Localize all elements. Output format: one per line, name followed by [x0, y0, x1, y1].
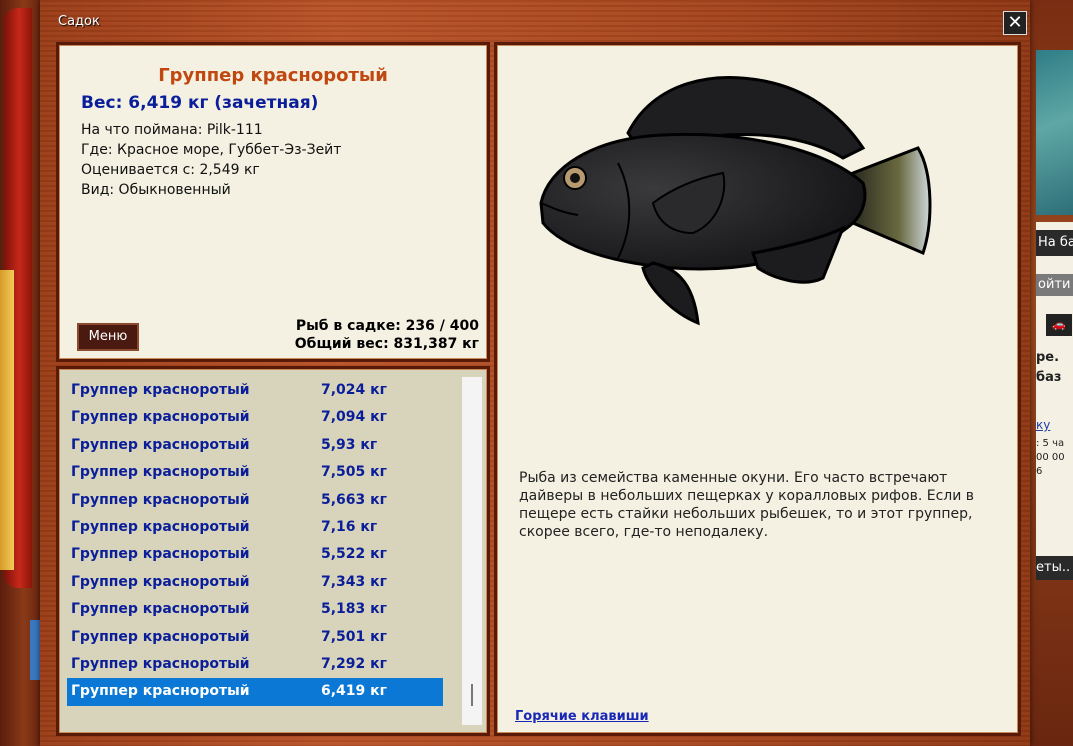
background-go-button: ойти [1036, 274, 1073, 296]
background-blue-item [30, 620, 40, 680]
fish-weight: Вес: 6,419 кг (зачетная) [81, 93, 319, 113]
list-item[interactable]: Группер красноротый 7,343 кг [67, 569, 443, 596]
list-item-name: Группер красноротый [71, 436, 250, 453]
background-text: : 5 ча [1036, 438, 1065, 449]
background-sidebar: На ба ойти 🚗 ре. баз ку : 5 ча 00 00 6 е… [1036, 222, 1073, 580]
list-item[interactable]: Группер красноротый 5,183 кг [67, 596, 443, 623]
list-item[interactable]: Группер красноротый 6,419 кг [67, 678, 443, 706]
list-item-weight: 7,16 кг [321, 518, 378, 535]
background-yellow-strip [0, 270, 14, 570]
list-item[interactable]: Группер красноротый 7,501 кг [67, 624, 443, 651]
background-text: ре. [1036, 350, 1060, 365]
fish-image [539, 76, 932, 326]
fish-description: Рыба из семейства каменные окуни. Его ча… [519, 470, 975, 540]
list-item[interactable]: Группер красноротый 5,93 кг [67, 432, 443, 459]
fish-name: Группер красноротый [158, 65, 388, 86]
hotkeys-link[interactable]: Горячие клавиши [515, 709, 649, 724]
fish-detail-panel: Рыба из семейства каменные окуни. Его ча… [494, 42, 1021, 736]
caught-with: На что поймана: Pilk-111 [81, 122, 263, 138]
list-item-name: Группер красноротый [71, 464, 250, 481]
list-item-name: Группер красноротый [71, 409, 250, 426]
fish-count: Рыб в садке: 236 / 400 [295, 318, 479, 334]
valued-from: Оценивается с: 2,549 кг [81, 162, 260, 178]
list-item-weight: 5,183 кг [321, 601, 387, 618]
list-item-weight: 7,024 кг [321, 382, 387, 398]
background-text: 00 00 [1036, 452, 1065, 463]
list-item-name: Группер красноротый [71, 601, 250, 618]
background-link: ку [1036, 418, 1051, 432]
close-button[interactable]: ✕ [1003, 11, 1027, 35]
list-item-name: Группер красноротый [71, 655, 250, 672]
background-na-base-button: На ба [1036, 230, 1073, 256]
list-item-weight: 5,93 кг [321, 436, 378, 453]
keepnet-stats: Рыб в садке: 236 / 400 Общий вес: 831,38… [295, 317, 479, 353]
list-item-weight: 7,505 кг [321, 464, 387, 481]
list-item[interactable]: Группер красноротый 7,094 кг [67, 404, 443, 431]
scrollbar[interactable] [462, 377, 482, 725]
scrollbar-thumb[interactable] [471, 684, 473, 706]
list-item-weight: 5,663 кг [321, 491, 387, 508]
catch-list-panel: Группер красноротый 7,024 кг Группер красн… [56, 366, 490, 736]
background-bets-button: еты.. [1036, 556, 1073, 580]
total-weight: Общий вес: 831,387 кг [294, 336, 479, 352]
close-icon: ✕ [1007, 12, 1023, 33]
catch-location: Где: Красное море, Губбет-Эз-Зейт [81, 142, 342, 158]
list-item[interactable]: Группер красноротый 5,522 кг [67, 541, 443, 568]
list-item-name: Группер красноротый [71, 683, 250, 700]
list-item-name: Группер красноротый [71, 573, 250, 590]
list-item-weight: 6,419 кг [321, 683, 387, 700]
list-item[interactable]: Группер красноротый 7,16 кг [67, 514, 443, 541]
background-text: 6 [1036, 466, 1043, 477]
list-item[interactable]: Группер красноротый 7,024 кг [67, 377, 443, 404]
list-item-weight: 5,522 кг [321, 546, 387, 563]
list-item-weight: 7,501 кг [321, 628, 387, 645]
menu-button[interactable]: Меню [77, 323, 139, 351]
list-item-name: Группер красноротый [71, 491, 250, 508]
background-app-right: На ба ойти 🚗 ре. баз ку : 5 ча 00 00 6 е… [1030, 0, 1073, 746]
list-item-weight: 7,343 кг [321, 573, 387, 590]
list-item[interactable]: Группер красноротый 7,505 кг [67, 459, 443, 486]
fish-properties: На что поймана: Pilk-111 Где: Красное мо… [81, 120, 341, 200]
background-app-left [0, 0, 40, 746]
list-item[interactable]: Группер красноротый 7,292 кг [67, 651, 443, 678]
catch-list: Группер красноротый 7,024 кг Группер красн… [67, 377, 443, 706]
keepnet-dialog: Садок ✕ Группер красноротый Вес: 6,419 к… [40, 0, 1030, 746]
background-text: баз [1036, 370, 1062, 385]
list-item-weight: 7,292 кг [321, 655, 387, 672]
dialog-title: Садок [58, 14, 100, 29]
list-item-name: Группер красноротый [71, 546, 250, 563]
list-item-name: Группер красноротый [71, 518, 250, 535]
background-map [1036, 50, 1073, 215]
list-item[interactable]: Группер красноротый 5,663 кг [67, 487, 443, 514]
fish-kind: Вид: Обыкновенный [81, 182, 231, 198]
list-item-name: Группер красноротый [71, 628, 250, 645]
list-item-name: Группер красноротый [71, 382, 250, 398]
car-icon: 🚗 [1046, 314, 1072, 336]
list-item-weight: 7,094 кг [321, 409, 387, 426]
fish-info-panel: Группер красноротый Вес: 6,419 кг (зачет… [56, 42, 490, 362]
